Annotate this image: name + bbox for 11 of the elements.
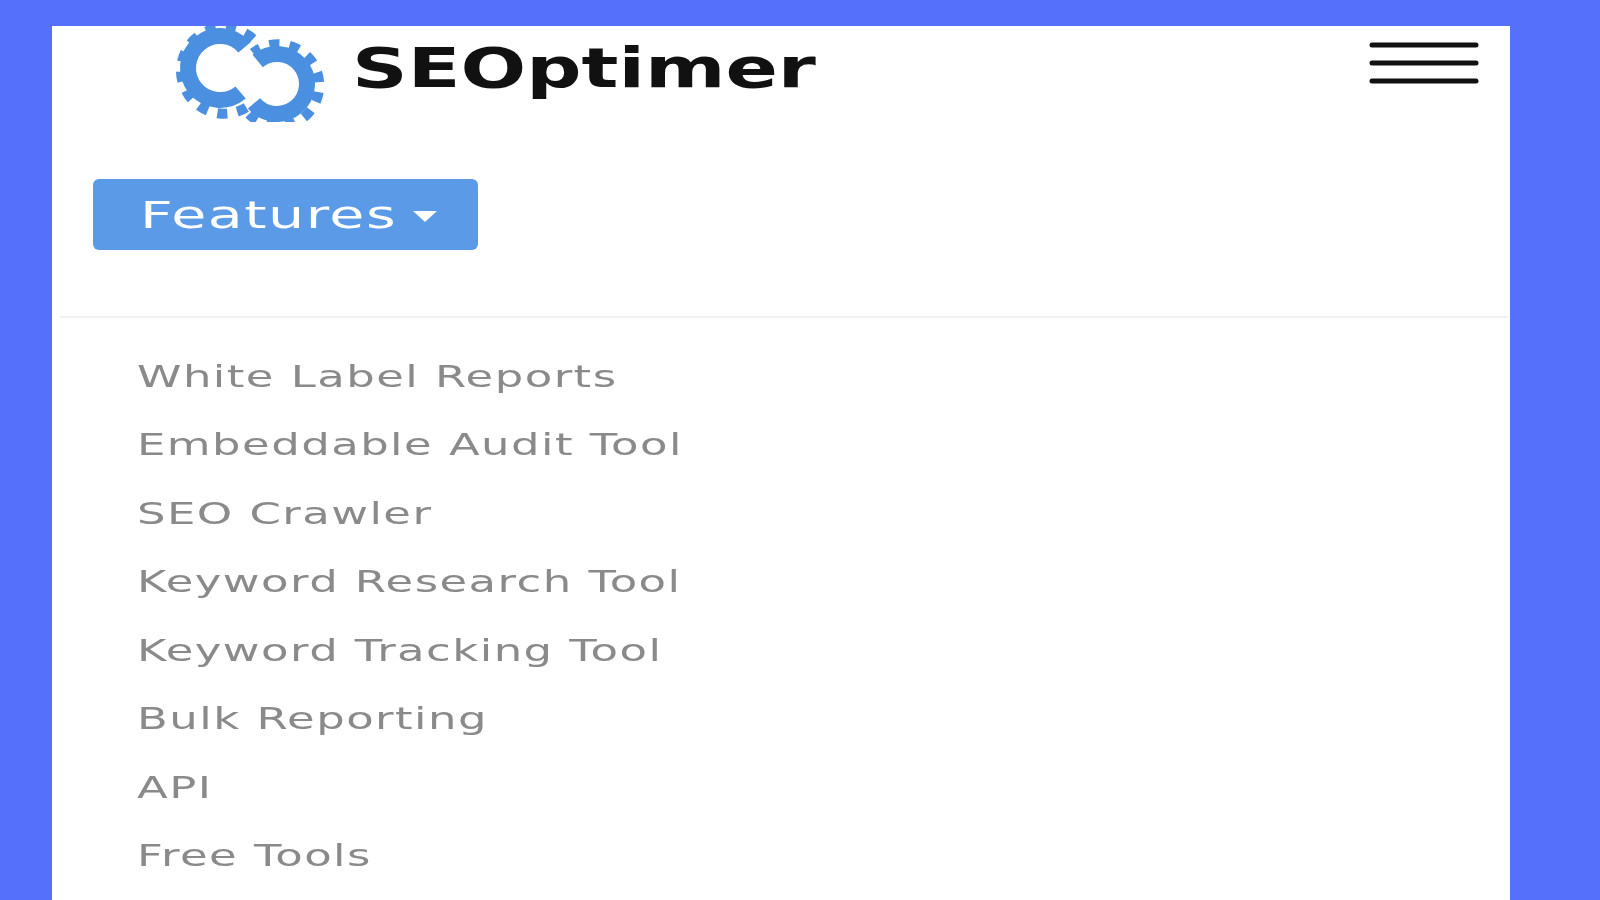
menu-link[interactable]: API [137,768,213,806]
menu-link[interactable]: Bulk Reporting [137,700,488,738]
caret-icon [413,211,437,222]
features-dropdown-button[interactable]: Features [93,179,478,250]
menu-link[interactable]: White Label Reports [137,357,618,395]
menu-link[interactable]: Keyword Tracking Tool [137,631,663,669]
menu-link[interactable]: Keyword Research Tool [137,563,682,601]
menu-link[interactable]: Embeddable Audit Tool [137,426,683,464]
menu-icon[interactable] [1369,42,1479,84]
menu-link[interactable]: Free Tools [137,837,372,875]
menu-link[interactable]: SEO Crawler [137,494,433,532]
